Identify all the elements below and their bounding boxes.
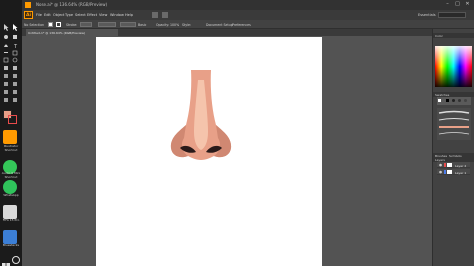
document-tab-bar: Untitled-1* @ 136.64% (RGB/Preview) xyxy=(22,29,432,36)
menu-effect[interactable]: Effect xyxy=(87,13,97,17)
control-bar: No Selection Stroke: Basic Opacity: 100%… xyxy=(22,20,474,29)
arrange-icon[interactable] xyxy=(162,12,168,18)
menu-bar: Ai File Edit Object Type Select Effect V… xyxy=(22,10,474,20)
menu-view[interactable]: View xyxy=(99,13,107,17)
layer-row[interactable]: ● Layer 2 xyxy=(437,162,470,168)
screen: Illustrator Shortcut Audio 6 Mini Shortc… xyxy=(0,0,474,266)
layer-name[interactable]: Layer 2 xyxy=(455,164,466,168)
layer-name[interactable]: Layer 1 xyxy=(455,171,466,175)
layer-color-chip xyxy=(444,170,446,174)
menu-edit[interactable]: Edit xyxy=(44,13,51,17)
window-title: Nose.ai* @ 136.64% (RGB/Preview) xyxy=(36,2,108,7)
workspace-switcher[interactable]: Essentials xyxy=(418,13,436,17)
brush-strokes[interactable] xyxy=(437,108,471,140)
document-setup-button[interactable]: Document Setup xyxy=(206,23,233,27)
swatch-dark-gray[interactable] xyxy=(452,99,455,102)
opacity-label: Opacity: xyxy=(156,22,170,27)
brush-style-label[interactable]: Basic xyxy=(138,23,146,27)
selection-status: No Selection xyxy=(24,22,45,27)
illustrator-logo: Ai xyxy=(24,11,33,19)
document-tab-label: Untitled-1* @ 136.64% (RGB/Preview) xyxy=(28,30,86,35)
color-panel-title: Color xyxy=(435,34,443,38)
close-button[interactable]: ✕ xyxy=(464,1,471,8)
menu-type[interactable]: Type xyxy=(65,13,73,17)
color-spectrum[interactable] xyxy=(435,46,472,87)
maximize-button[interactable]: □ xyxy=(454,1,461,8)
eye-icon[interactable]: ● xyxy=(439,163,442,167)
opacity-value[interactable]: 100% xyxy=(170,23,179,27)
title-bar: Nose.ai* @ 136.64% (RGB/Preview) – □ ✕ xyxy=(22,0,474,10)
stroke-label: Stroke: xyxy=(66,22,78,27)
stroke-weight-field[interactable] xyxy=(80,22,92,27)
help-search-input[interactable] xyxy=(438,12,466,18)
document-tab[interactable]: Untitled-1* @ 136.64% (RGB/Preview) xyxy=(26,29,118,36)
menu-object[interactable]: Object xyxy=(53,13,64,17)
menu-select[interactable]: Select xyxy=(75,13,86,17)
swatch-black[interactable] xyxy=(446,99,449,102)
swatch-white[interactable] xyxy=(438,99,441,102)
preferences-button[interactable]: Preferences xyxy=(232,23,251,27)
swatch-gray[interactable] xyxy=(458,99,461,102)
color-panel-header[interactable]: Color xyxy=(433,33,474,38)
tools-panel: T xyxy=(0,20,22,266)
swatches-grid[interactable] xyxy=(437,97,471,105)
eye-icon[interactable]: ● xyxy=(439,170,442,174)
nose-illustration[interactable] xyxy=(166,70,236,160)
svg-text:T: T xyxy=(13,44,18,50)
bridge-icon[interactable] xyxy=(152,12,158,18)
stroke-color-box[interactable] xyxy=(8,115,17,124)
layer-thumbnail xyxy=(447,163,452,167)
window-app-icon xyxy=(25,2,31,8)
swatch-mid[interactable] xyxy=(464,99,467,102)
layer-row[interactable]: ● Layer 1 xyxy=(437,169,470,175)
variable-width-field[interactable] xyxy=(98,22,116,27)
stroke-swatch[interactable] xyxy=(56,22,61,27)
fill-swatch[interactable] xyxy=(48,22,53,27)
menu-window[interactable]: Window xyxy=(110,13,124,17)
layer-thumbnail xyxy=(447,170,452,174)
minimize-button[interactable]: – xyxy=(444,1,451,8)
brush-definition-field[interactable] xyxy=(120,22,136,27)
style-label: Style: xyxy=(182,22,192,27)
menu-help[interactable]: Help xyxy=(125,13,133,17)
layer-color-chip xyxy=(444,163,446,167)
menu-file[interactable]: File xyxy=(36,13,42,17)
